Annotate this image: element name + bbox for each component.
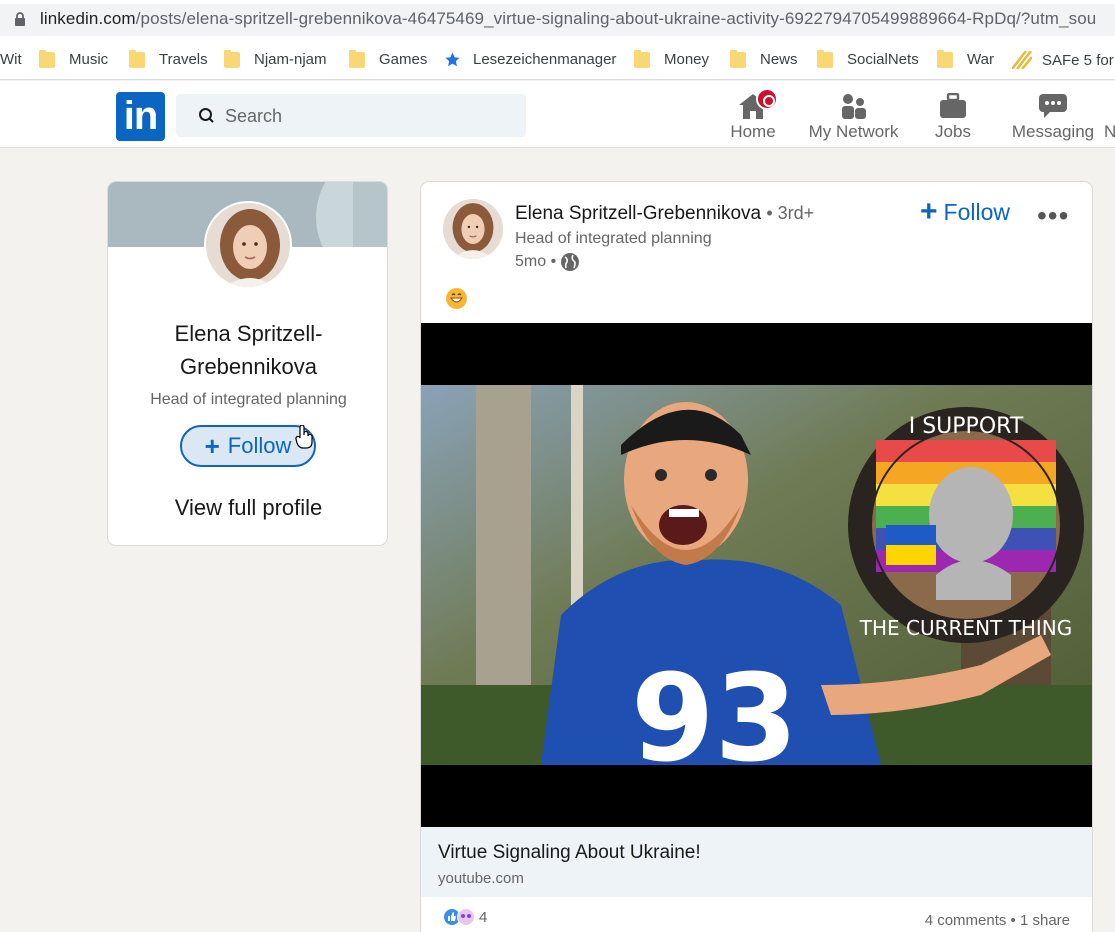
link-preview[interactable]: Virtue Signaling About Ukraine! youtube.…: [421, 827, 1092, 897]
plus-icon: +: [920, 195, 938, 228]
folder-icon: [349, 49, 365, 68]
post-author-headline: Head of integrated planning: [515, 230, 712, 247]
profile-headline: Head of integrated planning: [150, 391, 347, 408]
globe-icon: [561, 253, 580, 271]
post-time: 5mo •: [515, 253, 557, 270]
nav-jobs[interactable]: Jobs: [928, 89, 978, 142]
video-thumbnail[interactable]: 93 I SUPPORT THE CURRENT THING: [421, 385, 1092, 765]
folder-icon: [129, 49, 145, 68]
avatar-image: [443, 199, 503, 259]
folder-icon: [937, 49, 953, 68]
bookmark-war[interactable]: War: [937, 49, 994, 68]
follow-label: Follow: [943, 198, 1010, 225]
star-icon: [445, 52, 460, 67]
nav-label: N: [1104, 122, 1115, 141]
bookmark-njam-njam[interactable]: Njam-njam: [224, 49, 327, 68]
url-text[interactable]: linkedin.com/posts/elena-spritzell-grebe…: [40, 9, 1096, 29]
profile-card: Elena Spritzell-Grebennikova Head of int…: [107, 181, 388, 546]
folder-icon: [817, 49, 833, 68]
comments-shares[interactable]: 4 comments • 1 share: [925, 912, 1070, 929]
bookmark-games[interactable]: Games: [349, 49, 428, 68]
nav-my-network[interactable]: My Network: [806, 89, 901, 142]
bookmark-news[interactable]: News: [730, 49, 798, 68]
safe-icon: [1012, 51, 1032, 69]
linkedin-navbar: in Home My Network Jobs Messaging N: [0, 81, 1115, 148]
follow-label: Follow: [227, 433, 292, 458]
lock-icon: [15, 12, 25, 26]
nav-label: Messaging: [1011, 122, 1095, 141]
bookmark-wit[interactable]: Wit: [0, 51, 22, 68]
grinning-emoji-icon: [446, 288, 467, 309]
reactions-summary[interactable]: 4: [443, 908, 487, 926]
avatar-image: [206, 203, 290, 287]
search-input[interactable]: [225, 103, 505, 129]
url-host: linkedin.com: [40, 9, 136, 28]
bookmark-label: SAFe 5 for: [1042, 51, 1114, 69]
folder-icon: [634, 49, 650, 68]
nav-messaging[interactable]: Messaging: [1010, 89, 1096, 142]
post-card: Elena Spritzell-Grebennikova • 3rd+ Head…: [420, 181, 1093, 932]
hand-cursor-icon: [295, 425, 313, 449]
post-author[interactable]: Elena Spritzell-Grebennikova • 3rd+: [515, 203, 814, 225]
nav-home[interactable]: Home: [728, 88, 778, 142]
search-box[interactable]: [176, 94, 526, 137]
bookmarks-bar: Wit Music Travels Njam-njam Games Leseze…: [0, 40, 1115, 80]
profile-name[interactable]: Elena Spritzell-Grebennikova: [108, 317, 387, 383]
bookmark-label: Games: [379, 51, 428, 68]
network-icon: [841, 94, 866, 119]
bookmark-label: Njam-njam: [254, 51, 327, 68]
post-timestamp: 5mo •: [515, 252, 580, 272]
bookmark-label: Music: [69, 51, 109, 68]
folder-icon: [39, 49, 55, 68]
link-title[interactable]: Virtue Signaling About Ukraine!: [438, 842, 701, 864]
nav-label: My Network: [808, 122, 899, 141]
bookmark-label: SocialNets: [847, 51, 919, 68]
bookmark-label: News: [760, 51, 798, 68]
bookmark-money[interactable]: Money: [634, 49, 710, 68]
bookmark-travels[interactable]: Travels: [129, 49, 208, 68]
bookmark-label: Lesezeichenmanager: [473, 51, 617, 68]
view-full-profile-link[interactable]: View full profile: [108, 495, 387, 521]
nav-label: Jobs: [935, 122, 971, 141]
reaction-count: 4: [479, 908, 488, 926]
bookmark-label: Travels: [159, 51, 208, 68]
bookmark-label: Money: [664, 51, 710, 68]
video-embed[interactable]: 93 I SUPPORT THE CURRENT THING: [421, 323, 1092, 827]
post-author-name[interactable]: Elena Spritzell-Grebennikova: [515, 203, 761, 224]
notification-badge: [756, 88, 778, 110]
post-author-avatar[interactable]: [443, 199, 503, 259]
bookmark-socialnets[interactable]: SocialNets: [817, 49, 919, 68]
folder-icon: [730, 49, 746, 68]
bookmark-music[interactable]: Music: [39, 49, 109, 68]
badge-top-text: I SUPPORT: [909, 414, 1024, 439]
post-follow-button[interactable]: + Follow: [920, 197, 1010, 227]
bookmark-label: War: [967, 51, 994, 68]
nav-notifications[interactable]: N: [1104, 122, 1115, 142]
thumbnail-image: 93 I SUPPORT THE CURRENT THING: [421, 385, 1092, 765]
url-path: /posts/elena-spritzell-grebennikova-4647…: [135, 9, 1097, 28]
badge-bottom-text: THE CURRENT THING: [859, 616, 1072, 640]
profile-avatar[interactable]: [204, 201, 292, 289]
briefcase-icon: [940, 93, 966, 118]
bookmark-lesezeichenmanager[interactable]: Lesezeichenmanager: [444, 51, 616, 68]
search-icon: [199, 108, 214, 123]
jersey-number: 93: [631, 650, 798, 765]
address-bar[interactable]: linkedin.com/posts/elena-spritzell-grebe…: [0, 0, 1115, 40]
messaging-icon: [1039, 94, 1067, 118]
plus-icon: +: [204, 431, 220, 461]
folder-icon: [224, 49, 240, 68]
bookmark-safe[interactable]: SAFe 5 for: [1012, 51, 1114, 69]
connection-degree: • 3rd+: [766, 203, 815, 223]
link-source: youtube.com: [438, 870, 524, 887]
bookmark-label: Wit: [0, 51, 22, 68]
curious-icon: [457, 908, 475, 926]
more-options-icon[interactable]: •••: [1037, 200, 1069, 232]
nav-label: Home: [730, 122, 776, 141]
linkedin-logo[interactable]: in: [116, 92, 165, 141]
